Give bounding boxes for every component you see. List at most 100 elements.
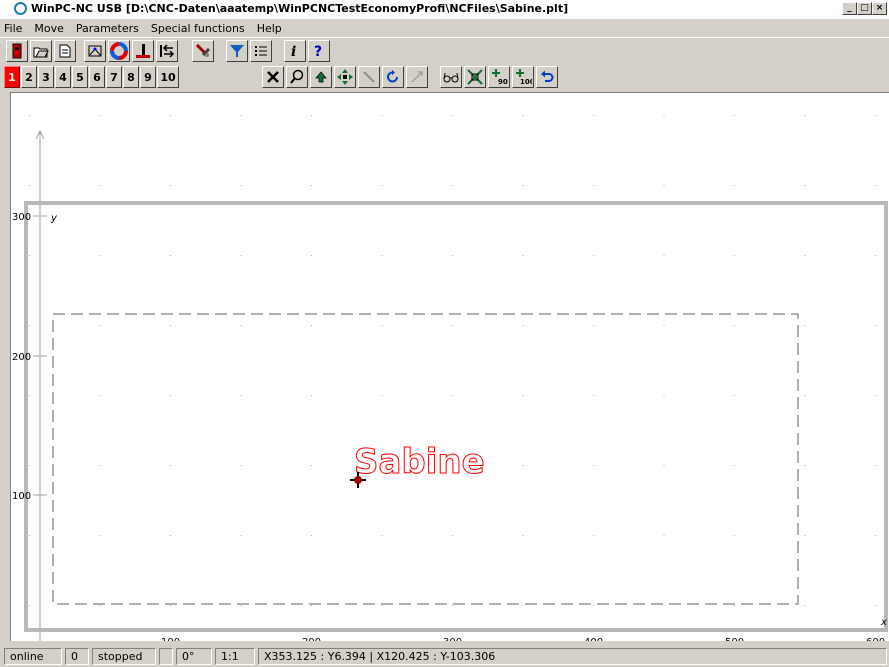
grid-dots <box>29 115 876 606</box>
number-button-6[interactable]: 6 <box>89 66 105 88</box>
cancel-icon <box>267 71 279 83</box>
number-button-2[interactable]: 2 <box>21 66 37 88</box>
grid-dot <box>311 185 312 186</box>
list-button[interactable] <box>250 40 272 62</box>
open-file-button[interactable] <box>30 40 52 62</box>
filter-button[interactable] <box>226 40 248 62</box>
x-tick-600: 600 <box>866 637 885 641</box>
grid-dot <box>522 325 524 326</box>
rotate-90-button[interactable]: 90 <box>488 66 510 88</box>
info-button[interactable]: i <box>284 40 306 62</box>
app-icon <box>14 2 27 15</box>
exit-button[interactable] <box>6 40 28 62</box>
maximize-button[interactable]: □ <box>857 2 872 15</box>
rotate-90-icon: 90 <box>492 69 508 86</box>
grid-dot <box>734 255 735 256</box>
grid-dot <box>170 325 171 326</box>
menu-file[interactable]: File <box>0 22 28 35</box>
grid-dot <box>804 395 806 396</box>
help-button[interactable]: ? <box>308 40 330 62</box>
move-all-button[interactable] <box>334 66 356 88</box>
zoom-icon <box>290 69 304 84</box>
grid-dot <box>522 185 524 186</box>
grid-dot <box>522 605 524 606</box>
menu-help[interactable]: Help <box>251 22 288 35</box>
menu-bar: File Move Parameters Special functions H… <box>0 19 889 37</box>
grid-dot <box>99 535 101 536</box>
grid-dot <box>804 115 806 116</box>
grid-dot <box>734 325 735 326</box>
grid-dot <box>663 535 665 536</box>
grid-dot <box>99 255 101 256</box>
close-button[interactable]: × <box>872 2 887 15</box>
file-info-button[interactable] <box>54 40 76 62</box>
grid-dot <box>240 605 242 606</box>
grid-dot <box>170 535 171 536</box>
grid-dot <box>99 185 101 186</box>
status-connection: online <box>4 648 62 665</box>
grid-dot <box>29 115 30 116</box>
canvas-svg: 300 200 100 y x 100 200 300 400 500 600 … <box>12 115 888 641</box>
number-button-9[interactable]: 9 <box>140 66 156 88</box>
grid-dot <box>311 255 312 256</box>
move-up-button[interactable] <box>310 66 332 88</box>
grid-dot <box>663 255 665 256</box>
wand-button[interactable] <box>358 66 380 88</box>
x-axis-label: x <box>880 617 887 628</box>
grid-dot <box>875 535 876 536</box>
grid-dot <box>170 185 171 186</box>
cancel-button[interactable] <box>262 66 284 88</box>
menu-move[interactable]: Move <box>28 22 70 35</box>
color-wheel-button[interactable] <box>108 40 130 62</box>
grid-dot <box>240 535 242 536</box>
grid-dot <box>29 465 30 466</box>
grid-dot <box>804 185 806 186</box>
number-button-1[interactable]: 1 <box>4 66 20 88</box>
number-button-5[interactable]: 5 <box>72 66 88 88</box>
title-bar: WinPC-NC USB [D:\CNC-Daten\aaatemp\WinPC… <box>0 0 889 19</box>
zoom-button[interactable] <box>286 66 308 88</box>
view-toolbar: 1 2 3 4 5 6 7 8 9 10 90 100 <box>0 64 889 90</box>
tool-length-button[interactable] <box>132 40 154 62</box>
disabled-move-button[interactable] <box>406 66 428 88</box>
number-button-10[interactable]: 10 <box>157 66 179 88</box>
grid-dot <box>593 605 594 606</box>
grid-dot <box>381 395 383 396</box>
file-info-icon <box>59 44 71 58</box>
open-file-icon <box>33 47 49 58</box>
glasses-button[interactable] <box>440 66 462 88</box>
number-button-8[interactable]: 8 <box>123 66 139 88</box>
number-button-4[interactable]: 4 <box>55 66 71 88</box>
grid-dot <box>522 535 524 536</box>
grid-dot <box>311 465 312 466</box>
grid-dot <box>240 115 242 116</box>
drawing-canvas[interactable]: 300 200 100 y x 100 200 300 400 500 600 … <box>10 92 889 641</box>
grid-dot <box>452 605 453 606</box>
grid-dot <box>381 115 383 116</box>
number-button-7[interactable]: 7 <box>106 66 122 88</box>
scale-button[interactable] <box>464 66 486 88</box>
grid-dot <box>452 395 453 396</box>
number-button-3[interactable]: 3 <box>38 66 54 88</box>
menu-parameters[interactable]: Parameters <box>70 22 145 35</box>
rotate-100-button[interactable]: 100 <box>512 66 534 88</box>
grid-dot <box>452 325 453 326</box>
grid-dot <box>593 535 594 536</box>
reference-run-button[interactable] <box>156 40 178 62</box>
grid-dot <box>734 605 735 606</box>
grid-dot <box>240 395 242 396</box>
hardware-check-button[interactable] <box>84 40 106 62</box>
rotate-button[interactable] <box>382 66 404 88</box>
grid-dot <box>734 395 735 396</box>
grid-dot <box>663 115 665 116</box>
drawing-outline-text: Sabine <box>354 442 485 482</box>
tool-change-button[interactable] <box>192 40 214 62</box>
menu-special-functions[interactable]: Special functions <box>145 22 251 35</box>
grid-dot <box>452 185 453 186</box>
grid-dot <box>170 115 171 116</box>
minimize-button[interactable]: _ <box>842 2 857 15</box>
grid-dot <box>29 535 30 536</box>
undo-button[interactable] <box>536 66 558 88</box>
grid-dot <box>804 535 806 536</box>
filter-icon <box>230 45 244 57</box>
